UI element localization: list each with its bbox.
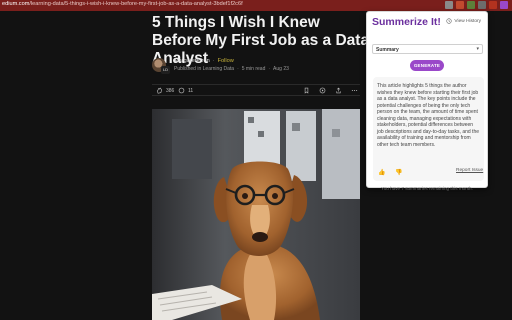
follow-link[interactable]: Follow — [218, 58, 234, 64]
play-icon — [319, 87, 326, 94]
summerize-popup: Summerize It! View History Summary ▾ GEN… — [366, 11, 488, 191]
summerize-extension-icon[interactable] — [500, 1, 508, 9]
more-icon — [351, 89, 358, 92]
clap-icon — [157, 87, 162, 94]
extension-icon[interactable] — [478, 1, 486, 9]
response-count: 11 — [188, 87, 194, 94]
clap-button[interactable]: 386 — [156, 87, 174, 94]
view-history-label: View History — [454, 18, 481, 24]
bookmark-button[interactable] — [303, 87, 310, 94]
history-icon — [446, 18, 453, 24]
thumbs-up-icon[interactable]: 👍 — [378, 169, 385, 176]
article-meta: Published in Learning Data · 5 min read · Au… — [174, 66, 289, 72]
summary-type-value: Summary — [376, 47, 399, 53]
extension-icon[interactable] — [467, 1, 475, 9]
bookmark-icon — [304, 87, 309, 94]
publication-link[interactable]: Learning Data — [203, 66, 234, 72]
responses-button[interactable]: 11 — [178, 87, 193, 94]
publish-date: Aug 23 — [273, 66, 289, 72]
author-name[interactable]: MargaretEfron — [174, 58, 210, 64]
address-bar[interactable]: edium.com/learning-data/5-things-i-wish-… — [0, 0, 512, 11]
extension-icon[interactable] — [489, 1, 497, 9]
article-actions-bar: 386 11 — [152, 84, 360, 96]
summary-type-select[interactable]: Summary ▾ — [372, 44, 483, 54]
summary-card: This article highlights 5 things the aut… — [373, 77, 484, 181]
share-icon — [336, 87, 341, 94]
read-time: 5 min read — [241, 66, 266, 72]
more-button[interactable] — [351, 87, 358, 94]
thumbs-down-icon[interactable]: 👎 — [395, 169, 402, 176]
publication-badge[interactable]: LD — [161, 66, 170, 74]
clap-count: 386 — [166, 87, 175, 94]
browser-viewport: edium.com/learning-data/5-things-i-wish-… — [0, 0, 512, 320]
remaining-summaries: You have 7 summaries remaining this mont… — [381, 186, 473, 191]
popup-title: Summerize It! — [372, 16, 441, 28]
url-text[interactable]: edium.com/learning-data/5-things-i-wish-… — [2, 1, 243, 7]
view-history-link[interactable]: View History — [446, 18, 481, 24]
article-hero-image — [152, 109, 360, 320]
author-info: LD MargaretEfron · Follow Published in Lea… — [152, 58, 352, 76]
extension-icon[interactable] — [456, 1, 464, 9]
author-line: MargaretEfron · Follow — [174, 58, 234, 64]
generate-button[interactable]: GENERATE — [410, 60, 444, 71]
extension-icon[interactable] — [445, 1, 453, 9]
chevron-down-icon: ▾ — [476, 46, 479, 52]
share-button[interactable] — [335, 87, 342, 94]
comment-icon — [178, 87, 185, 94]
extension-toolbar — [445, 1, 508, 9]
summary-text: This article highlights 5 things the aut… — [377, 83, 480, 148]
report-issue-link[interactable]: Report Issue — [456, 168, 483, 173]
listen-button[interactable] — [319, 87, 326, 94]
